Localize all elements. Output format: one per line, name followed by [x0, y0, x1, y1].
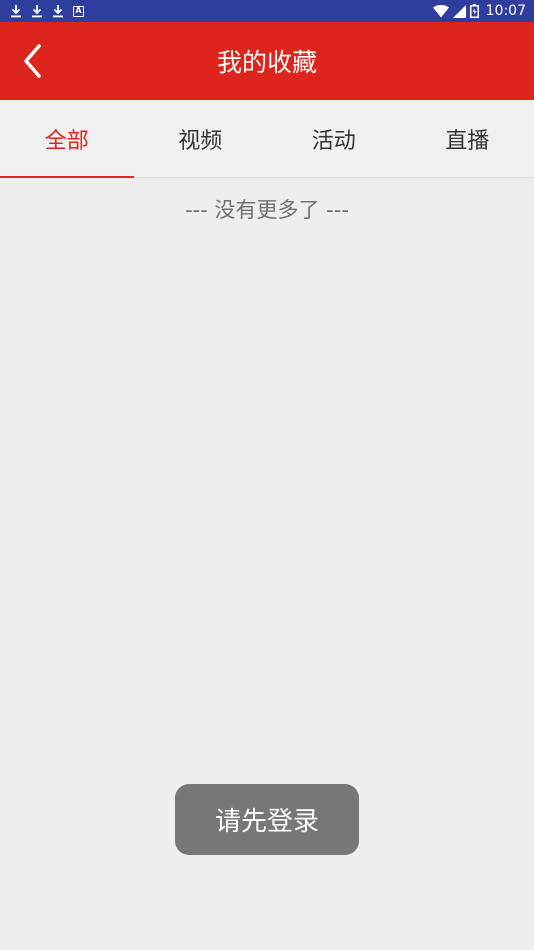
chevron-left-icon	[24, 44, 41, 78]
tab-all[interactable]: 全部	[0, 100, 134, 178]
download-icon	[11, 5, 21, 18]
tab-bar: 全部 视频 活动 直播	[0, 100, 534, 178]
tab-video[interactable]: 视频	[134, 100, 268, 177]
app-bar: 我的收藏	[0, 22, 534, 100]
login-toast: 请先登录	[175, 784, 359, 855]
status-time: 10:07	[485, 3, 526, 19]
back-button[interactable]	[10, 38, 54, 84]
page-title: 我的收藏	[216, 48, 317, 77]
tab-live[interactable]: 直播	[401, 100, 534, 177]
wifi-icon	[432, 4, 449, 17]
notification-icons: A	[10, 0, 84, 22]
signal-icon	[452, 4, 466, 18]
download-icon	[32, 5, 42, 18]
status-bar: A 10:07	[0, 0, 534, 22]
no-more-label: --- 没有更多了 ---	[185, 198, 349, 222]
battery-icon	[469, 4, 479, 18]
system-icons: 10:07	[432, 0, 526, 22]
a-badge-icon: A	[73, 5, 84, 17]
tab-activity[interactable]: 活动	[267, 100, 401, 177]
download-icon	[53, 5, 63, 18]
